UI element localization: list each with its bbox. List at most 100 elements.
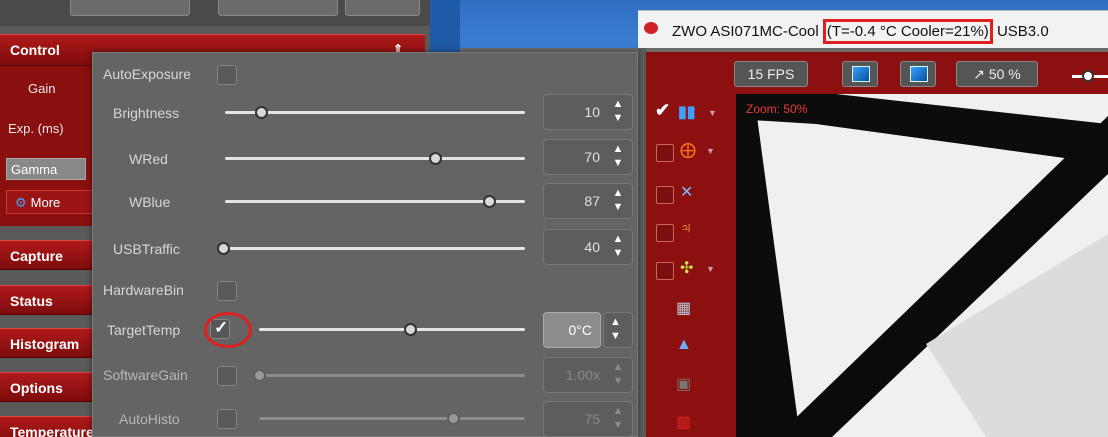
software-gain-slider-track[interactable]	[255, 374, 525, 377]
group-options-label: Options	[10, 380, 63, 396]
calculator-icon[interactable]: ▦	[676, 298, 691, 318]
camera-window-titlebar: ZWO ASI071MC-Cool (T=-0.4 °C Cooler=21%)…	[638, 10, 1108, 48]
group-histogram-label: Histogram	[10, 336, 80, 352]
target-temp-spinbox[interactable]: 0°C	[543, 312, 601, 348]
advanced-settings-popup: AutoExposure Brightness 10 ▲ ▼ WRed 70 ▲ ▼…	[92, 52, 638, 437]
wblue-spinbox[interactable]: 87 ▲ ▼	[543, 183, 633, 219]
fullscreen-button[interactable]	[900, 61, 936, 87]
brightness-spinbox[interactable]: 10 ▲ ▼	[543, 94, 633, 130]
jupiter-icon[interactable]: ♃	[680, 220, 692, 238]
gain-label: Gain	[28, 81, 56, 96]
auto-exposure-checkbox[interactable]	[217, 65, 237, 85]
dock-top-button[interactable]	[218, 0, 338, 16]
auto-histo-checkbox[interactable]	[217, 409, 237, 429]
window-left-edge	[638, 48, 646, 437]
zoom-overlay-label: Zoom: 50%	[746, 102, 808, 116]
checkmark-icon[interactable]: ✔	[655, 100, 670, 121]
wblue-label: WBlue	[129, 194, 171, 210]
dropdown-arrow-icon[interactable]: ▼	[706, 264, 715, 274]
wblue-slider-handle[interactable]	[483, 195, 496, 208]
brightness-label: Brightness	[113, 105, 180, 121]
preview-image	[736, 94, 1108, 437]
group-control-label: Control	[10, 42, 60, 58]
group-temperature-label: Temperature	[10, 424, 94, 437]
wred-slider-track[interactable]	[225, 157, 525, 160]
brightness-slider-track[interactable]	[225, 111, 525, 114]
folder-icon[interactable]: ▲	[676, 336, 692, 354]
dock-top-button[interactable]	[70, 0, 190, 16]
spin-arrows-icon[interactable]: ▲ ▼	[610, 142, 626, 170]
target-temp-slider-handle[interactable]	[404, 323, 417, 336]
brightness-value: 10	[584, 104, 600, 120]
magnifier-icon: ↗	[973, 66, 985, 82]
app-logo-icon	[644, 22, 658, 34]
crosshair-icon[interactable]: ⨁	[680, 140, 696, 160]
trash-icon[interactable]: ▣	[676, 374, 691, 394]
dropdown-arrow-icon[interactable]: ▼	[706, 146, 715, 156]
group-status-label: Status	[10, 293, 53, 309]
target-temp-slider-track[interactable]	[259, 328, 525, 331]
highlight-circle	[204, 312, 252, 348]
move-arrows-icon[interactable]: ✣	[680, 258, 693, 278]
grid-icon[interactable]: ▩	[676, 412, 691, 432]
auto-histo-label: AutoHisto	[119, 411, 180, 427]
scissors-icon[interactable]: ✕	[680, 182, 693, 202]
software-gain-label: SoftwareGain	[103, 367, 188, 383]
tool-checkbox[interactable]	[656, 186, 674, 204]
spin-arrows-icon[interactable]: ▲ ▼	[610, 404, 626, 432]
dropdown-arrow-icon[interactable]: ▼	[708, 108, 717, 118]
brightness-slider-handle[interactable]	[255, 106, 268, 119]
hardware-bin-checkbox[interactable]	[217, 281, 237, 301]
exposure-label: Exp. (ms)	[8, 121, 64, 136]
wred-label: WRed	[129, 151, 168, 167]
camera-preview[interactable]	[736, 94, 1108, 437]
tool-icon-column: ✔ ▮▮ ▼ ⨁ ▼ ✕ ♃ ✣ ▼ ▦ ▲ ▣ ▩	[646, 94, 736, 437]
wblue-value: 87	[584, 193, 600, 209]
auto-exposure-label: AutoExposure	[103, 66, 191, 82]
usb-traffic-slider-track[interactable]	[219, 247, 525, 250]
more-button[interactable]: ⚙ More	[6, 190, 94, 214]
usb-traffic-slider-handle[interactable]	[217, 242, 230, 255]
spin-arrows-icon[interactable]: ▲ ▼	[610, 315, 621, 343]
software-gain-spinbox[interactable]: 1.00x ▲ ▼	[543, 357, 633, 393]
fps-display[interactable]: 15 FPS	[734, 61, 808, 87]
tool-checkbox[interactable]	[656, 144, 674, 162]
preview-toolbar: 15 FPS ↗ 50 %	[646, 52, 1108, 94]
wred-spinbox[interactable]: 70 ▲ ▼	[543, 139, 633, 175]
auto-histo-spinbox[interactable]: 75 ▲ ▼	[543, 401, 633, 437]
software-gain-checkbox[interactable]	[217, 366, 237, 386]
spin-arrows-icon[interactable]: ▲ ▼	[610, 97, 626, 125]
fit-screen-button[interactable]	[842, 61, 878, 87]
window-title-camera: ZWO ASI071MC-Cool	[672, 23, 819, 40]
zoom-button[interactable]: ↗ 50 %	[956, 61, 1038, 87]
window-title-usb: USB3.0	[996, 23, 1049, 40]
dock-top-button[interactable]	[345, 0, 420, 16]
monitor-icon	[852, 66, 870, 82]
spin-arrows-icon[interactable]: ▲ ▼	[610, 232, 626, 260]
histogram-bars-icon[interactable]: ▮▮	[678, 102, 696, 122]
software-gain-value: 1.00x	[565, 367, 600, 383]
wred-slider-handle[interactable]	[429, 152, 442, 165]
auto-histo-slider-handle[interactable]	[447, 412, 460, 425]
spin-arrows-icon[interactable]: ▲ ▼	[610, 186, 626, 214]
gear-icon: ⚙	[15, 195, 27, 210]
auto-histo-slider-track[interactable]	[259, 417, 525, 420]
monitor-settings-icon	[910, 66, 928, 82]
group-capture-label: Capture	[10, 248, 63, 264]
target-temp-spin-arrows[interactable]: ▲ ▼	[603, 312, 633, 348]
tool-checkbox[interactable]	[656, 262, 674, 280]
tool-checkbox[interactable]	[656, 224, 674, 242]
usb-traffic-spinbox[interactable]: 40 ▲ ▼	[543, 229, 633, 265]
zoom-slider-handle[interactable]	[1082, 70, 1094, 82]
wblue-slider-track[interactable]	[225, 200, 525, 203]
usb-traffic-value: 40	[584, 239, 600, 255]
gamma-button[interactable]: Gamma	[6, 158, 86, 180]
target-temp-label: TargetTemp	[107, 322, 181, 338]
target-temp-value: 0°C	[568, 322, 593, 338]
hardware-bin-label: HardwareBin	[103, 282, 184, 298]
software-gain-slider-handle[interactable]	[253, 369, 266, 382]
zoom-value: 50 %	[988, 66, 1021, 82]
usb-traffic-label: USBTraffic	[113, 241, 180, 257]
window-title-temperature-status: (T=-0.4 °C Cooler=21%)	[822, 19, 993, 44]
spin-arrows-icon[interactable]: ▲ ▼	[610, 360, 626, 388]
